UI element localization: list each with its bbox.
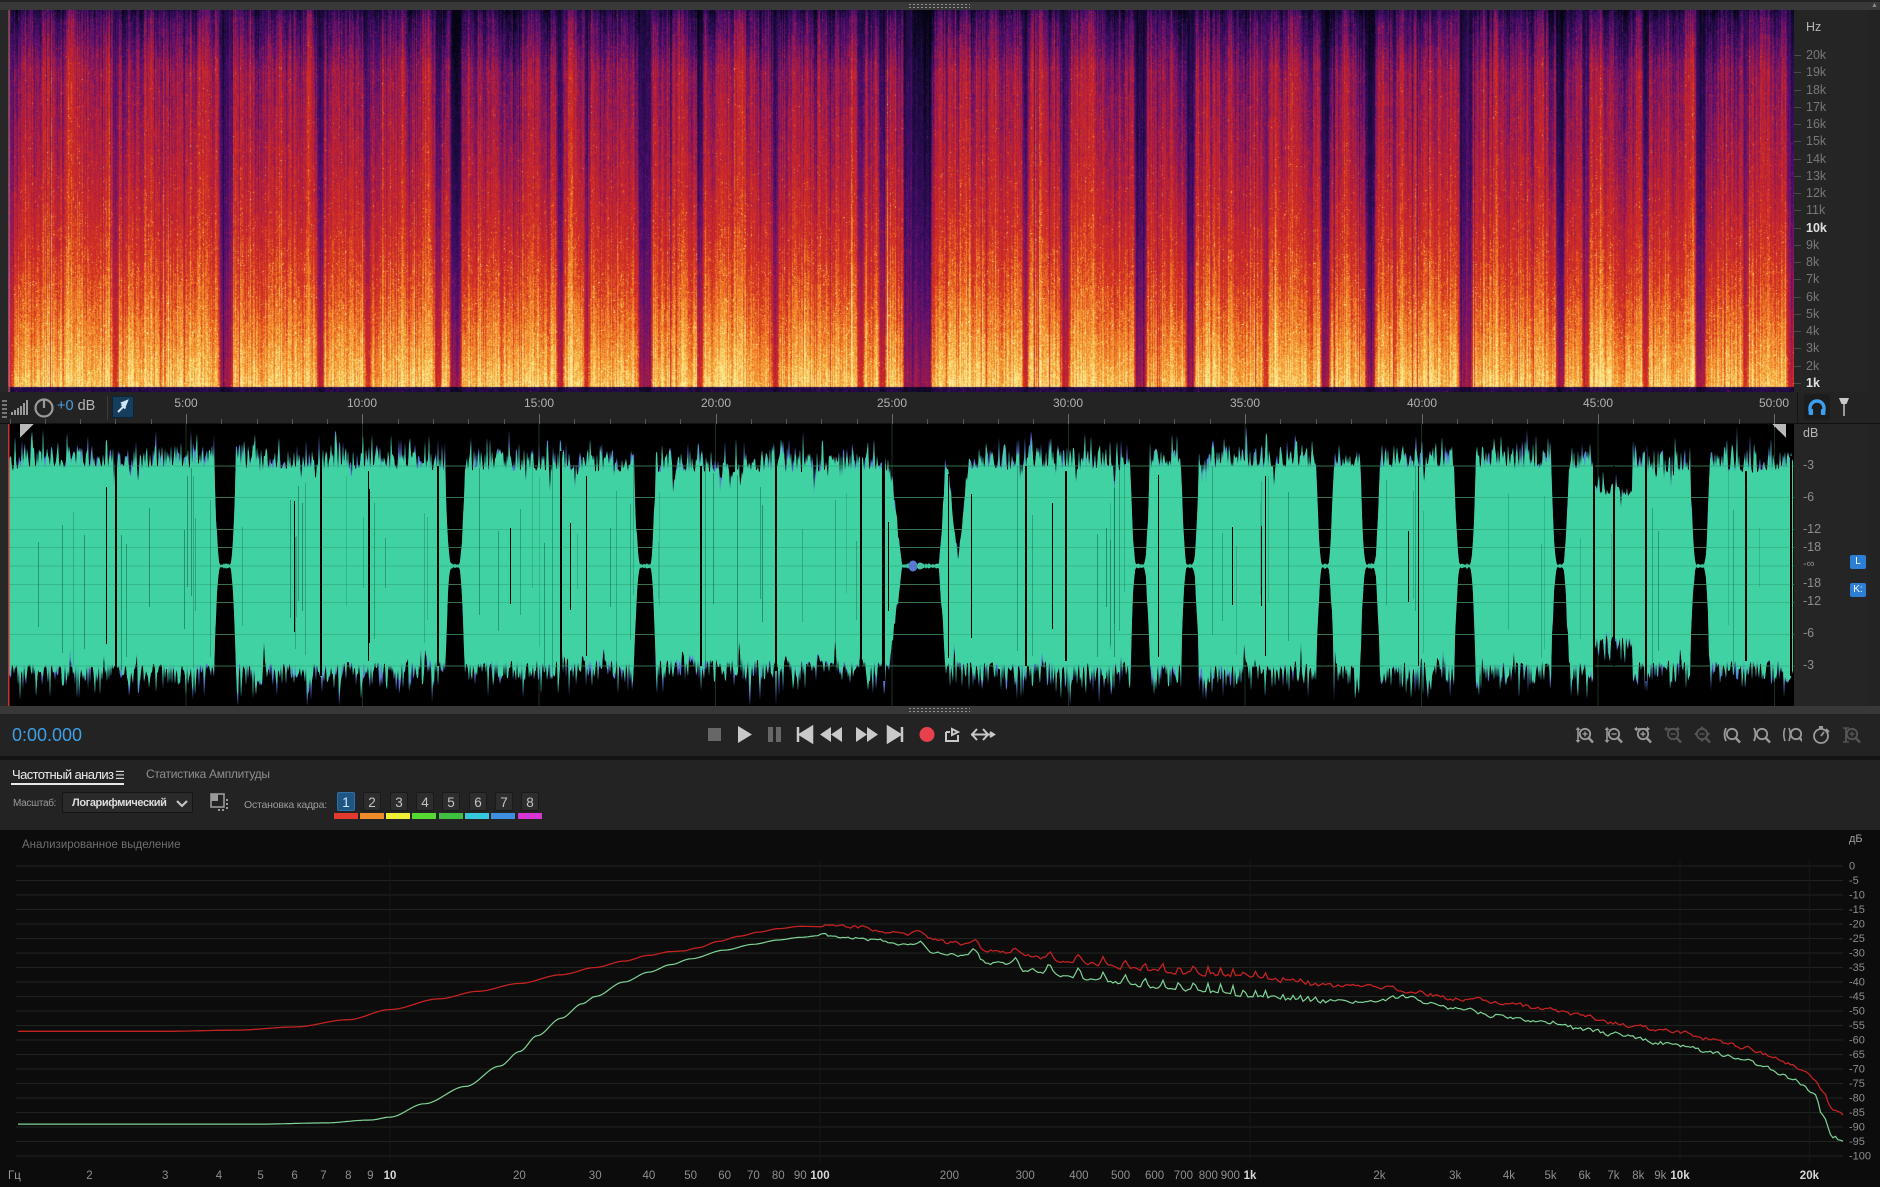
svg-text:-60: -60 [1849,1035,1865,1047]
svg-text:-45: -45 [1849,991,1865,1003]
svg-text:10k: 10k [1670,1170,1690,1182]
svg-text:5k: 5k [1545,1170,1557,1182]
svg-text:-55: -55 [1849,1020,1865,1032]
svg-text:70: 70 [747,1170,760,1182]
svg-text:400: 400 [1069,1170,1088,1182]
svg-text:7: 7 [320,1170,326,1182]
svg-text:9k: 9k [1654,1170,1666,1182]
svg-text:4k: 4k [1503,1170,1515,1182]
svg-text:3k: 3k [1449,1170,1461,1182]
svg-text:60: 60 [718,1170,731,1182]
svg-text:0: 0 [1849,861,1855,873]
svg-text:100: 100 [810,1170,829,1182]
svg-text:-70: -70 [1849,1064,1865,1076]
svg-text:-95: -95 [1849,1136,1865,1148]
svg-text:800: 800 [1199,1170,1218,1182]
svg-text:-15: -15 [1849,904,1865,916]
svg-text:-80: -80 [1849,1093,1865,1105]
svg-text:-50: -50 [1849,1006,1865,1018]
svg-text:6: 6 [291,1170,297,1182]
svg-text:-25: -25 [1849,933,1865,945]
svg-text:-20: -20 [1849,919,1865,931]
svg-text:8k: 8k [1632,1170,1644,1182]
svg-text:-40: -40 [1849,977,1865,989]
svg-text:-10: -10 [1849,890,1865,902]
svg-text:20k: 20k [1800,1170,1820,1182]
svg-text:-30: -30 [1849,948,1865,960]
svg-text:7k: 7k [1607,1170,1619,1182]
svg-text:-85: -85 [1849,1107,1865,1119]
svg-text:80: 80 [772,1170,785,1182]
svg-text:-5: -5 [1849,875,1859,887]
svg-text:2: 2 [86,1170,92,1182]
svg-text:6k: 6k [1579,1170,1591,1182]
svg-text:90: 90 [794,1170,807,1182]
svg-text:30: 30 [589,1170,602,1182]
svg-text:20: 20 [513,1170,526,1182]
svg-text:300: 300 [1016,1170,1035,1182]
svg-text:900: 900 [1221,1170,1240,1182]
svg-text:600: 600 [1145,1170,1164,1182]
svg-text:3: 3 [162,1170,168,1182]
svg-text:-100: -100 [1849,1151,1871,1163]
svg-text:1k: 1k [1244,1170,1257,1182]
svg-text:-35: -35 [1849,962,1865,974]
svg-text:500: 500 [1111,1170,1130,1182]
svg-text:40: 40 [643,1170,656,1182]
svg-text:50: 50 [684,1170,697,1182]
svg-text:дБ: дБ [1849,833,1863,845]
svg-text:9: 9 [367,1170,373,1182]
svg-text:700: 700 [1174,1170,1193,1182]
svg-text:Анализированное выделение: Анализированное выделение [22,839,180,851]
svg-text:Гц: Гц [8,1170,21,1182]
svg-text:200: 200 [940,1170,959,1182]
svg-text:2k: 2k [1373,1170,1385,1182]
svg-text:5: 5 [257,1170,263,1182]
svg-text:-75: -75 [1849,1078,1865,1090]
svg-text:-90: -90 [1849,1122,1865,1134]
svg-text:8: 8 [345,1170,351,1182]
svg-text:4: 4 [216,1170,223,1182]
svg-text:10: 10 [384,1170,397,1182]
svg-text:-65: -65 [1849,1049,1865,1061]
